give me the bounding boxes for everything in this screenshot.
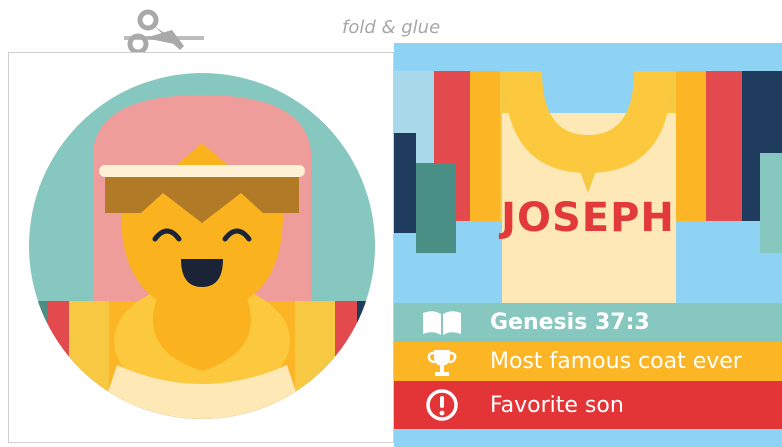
scissors-icon (124, 9, 204, 54)
coat-illustration (394, 71, 782, 303)
trophy-icon (427, 349, 457, 376)
fact-text: Genesis 37:3 (490, 310, 650, 335)
fold-and-glue-label: fold & glue (342, 17, 441, 38)
fact-row-scripture: Genesis 37:3 (394, 303, 782, 342)
fact-text: Most famous coat ever (490, 349, 742, 374)
fact-row-coat: Most famous coat ever (394, 342, 782, 381)
fact-text: Favorite son (490, 392, 624, 418)
open-book-icon (423, 310, 461, 335)
character-name: JOSEPH (501, 195, 675, 241)
fact-card: JOSEPH Genesis 37:3 Most famous coat eve… (394, 43, 782, 447)
avatar-panel (8, 52, 394, 443)
joseph-avatar (29, 73, 375, 419)
fact-row-favorite: Favorite son (394, 381, 782, 429)
exclamation-icon (426, 389, 458, 421)
